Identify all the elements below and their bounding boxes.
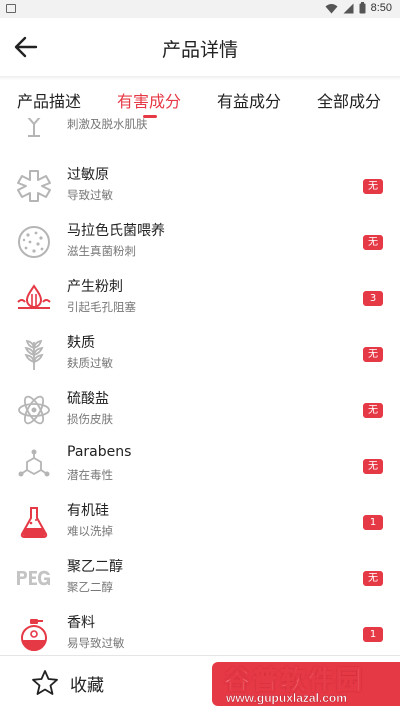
cocktail-glass-icon [27,118,41,137]
count-badge: 无 [363,571,383,586]
ingredient-name: 过敏原 [67,167,109,183]
ingredient-desc: 损伤皮肤 [67,412,113,426]
tab-beneficial-ingredients[interactable]: 有益成分 [217,88,281,112]
favorite-button[interactable]: 收藏 [30,668,104,698]
tab-harmful-ingredients[interactable]: 有害成分 [117,88,181,112]
ingredient-desc: 引起毛孔阻塞 [67,300,136,314]
count-badge: 无 [363,403,383,418]
medical-asterisk-icon [17,170,51,202]
ingredient-desc: 难以洗掉 [67,524,113,538]
signal-icon [343,3,354,13]
ingredient-name: 聚乙二醇 [67,559,123,575]
count-badge: 1 [363,627,383,642]
ingredient-desc: 易导致过敏 [67,636,125,650]
ingredient-list[interactable]: 酒精 刺激及脱水肌肤 无 过敏原 导致过敏 无 马拉色氏菌喂养 滋生真菌粉刺 无 [0,118,400,655]
ingredient-desc: 聚乙二醇 [67,580,113,594]
ingredient-name: 麸质 [67,335,95,351]
wheat-icon [24,339,44,370]
molecule-icon [18,449,50,477]
peg-text-icon [17,570,50,586]
ingredient-name: 产生粉刺 [67,279,123,295]
flask-icon [20,507,48,538]
tab-bar: 产品描述 有害成分 有益成分 全部成分 [0,80,400,118]
list-item[interactable]: 马拉色氏菌喂养 滋生真菌粉刺 无 [0,214,400,270]
ingredient-desc: 滋生真菌粉刺 [67,244,136,258]
image-notification-icon [6,4,16,13]
list-item[interactable]: Parabens 潜在毒性 无 [0,438,400,494]
tab-all-ingredients[interactable]: 全部成分 [317,88,381,112]
list-item[interactable]: 产生粉刺 引起毛孔阻塞 3 [0,270,400,326]
watermark-url: www.gupuxlazal.com [226,691,347,705]
ingredient-desc: 刺激及脱水肌肤 [67,118,148,131]
count-badge: 无 [363,235,383,250]
list-item[interactable]: 麸质 麸质过敏 无 [0,326,400,382]
atom-icon [18,395,50,425]
status-icons: 8:50 [325,2,392,14]
ingredient-name: 有机硅 [67,503,109,519]
app-bar: 产品详情 [0,18,400,76]
perfume-bottle-icon [21,619,47,651]
status-time: 8:50 [370,2,392,14]
count-badge: 无 [363,347,383,362]
favorite-label: 收藏 [70,675,104,696]
count-badge: 无 [363,459,383,474]
ingredient-desc: 麸质过敏 [67,356,113,370]
list-item[interactable]: 过敏原 导致过敏 无 [0,158,400,214]
count-badge: 1 [363,515,383,530]
watermark-logo: 谷普软件园 www.gupuxlazal.com [223,660,394,708]
page-title: 产品详情 [161,39,238,61]
ingredient-name: 香料 [67,615,95,631]
tab-product-description[interactable]: 产品描述 [17,88,81,112]
list-item[interactable]: 有机硅 难以洗掉 1 [0,494,400,550]
status-bar: 8:50 [0,0,400,18]
ingredient-desc: 导致过敏 [67,188,113,202]
star-outline-icon [32,670,58,695]
battery-icon [359,2,366,14]
list-item[interactable]: 硫酸盐 损伤皮肤 无 [0,382,400,438]
wifi-icon [325,3,338,13]
count-badge: 3 [363,291,383,306]
list-item[interactable]: 酒精 刺激及脱水肌肤 无 [0,118,400,150]
ingredient-name: Parabens [67,444,132,460]
count-badge: 无 [363,179,383,194]
fungus-cookie-icon [18,226,50,258]
ingredient-name: 马拉色氏菌喂养 [67,223,165,239]
ingredient-desc: 潜在毒性 [67,468,113,482]
list-item[interactable]: 香料 易导致过敏 1 [0,606,400,655]
pore-drop-icon [17,284,51,309]
list-item[interactable]: 聚乙二醇 聚乙二醇 无 [0,550,400,606]
ingredient-name: 硫酸盐 [67,391,109,407]
